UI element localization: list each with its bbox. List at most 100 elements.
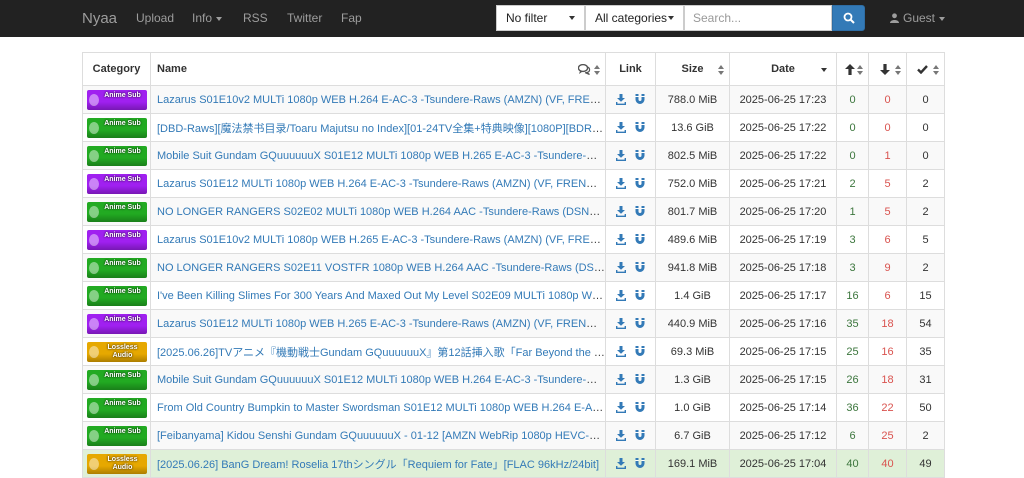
download-icon[interactable] — [615, 430, 626, 442]
category-badge[interactable]: Anime Sub — [86, 117, 147, 138]
seeders-cell: 16 — [836, 281, 869, 310]
category-badge[interactable]: Lossless Audio — [86, 453, 147, 474]
table-header-row: Category Name Link Size Date — [82, 52, 945, 86]
download-icon[interactable] — [615, 262, 626, 274]
download-icon[interactable] — [615, 178, 626, 190]
category-orb-icon — [88, 289, 99, 302]
completed-cell: 31 — [906, 365, 945, 394]
nav-fap[interactable]: Fap — [341, 0, 362, 37]
nav-info[interactable]: Info — [192, 0, 223, 37]
header-leechers[interactable] — [868, 52, 907, 86]
download-icon[interactable] — [615, 458, 626, 470]
torrent-name-link[interactable]: From Old Country Bumpkin to Master Sword… — [157, 402, 605, 414]
magnet-icon[interactable] — [635, 402, 645, 413]
download-icon[interactable] — [615, 94, 626, 106]
leechers-cell: 1 — [868, 141, 907, 170]
magnet-icon[interactable] — [635, 234, 645, 245]
download-icon[interactable] — [615, 206, 626, 218]
category-badge[interactable]: Anime Sub — [86, 313, 147, 334]
size-cell: 1.4 GiB — [655, 281, 730, 310]
torrent-name-link[interactable]: [2025.06.26] BanG Dream! Roselia 17thシング… — [157, 459, 599, 471]
category-badge[interactable]: Anime Sub — [86, 285, 147, 306]
filter-select-value: No filter — [506, 11, 548, 25]
category-badge[interactable]: Anime Sub — [86, 145, 147, 166]
header-category[interactable]: Category — [82, 52, 151, 86]
arrow-up-icon — [844, 63, 855, 75]
category-badge[interactable]: Anime Sub — [86, 425, 147, 446]
comments-icon — [578, 64, 591, 75]
magnet-icon[interactable] — [635, 262, 645, 273]
user-name: Guest — [903, 11, 936, 25]
magnet-icon[interactable] — [635, 94, 645, 105]
chevron-down-icon — [216, 16, 223, 21]
download-icon[interactable] — [615, 122, 626, 134]
search-button[interactable] — [832, 5, 865, 31]
category-cell: Anime Sub — [82, 281, 151, 310]
name-cell: [2025.06.26]TVアニメ『機動戦士Gundam GQuuuuuuX』第… — [150, 337, 606, 366]
magnet-icon[interactable] — [635, 346, 645, 357]
sort-icon — [718, 65, 724, 75]
header-seeders[interactable] — [836, 52, 869, 86]
header-completed[interactable] — [906, 52, 945, 86]
category-badge[interactable]: Anime Sub — [86, 201, 147, 222]
header-size[interactable]: Size — [655, 52, 730, 86]
magnet-icon[interactable] — [635, 374, 645, 385]
category-select[interactable]: All categories — [585, 5, 684, 31]
table-row: Anime Sub Lazarus S01E12 MULTi 1080p WEB… — [82, 169, 945, 198]
nav-upload[interactable]: Upload — [136, 0, 174, 37]
magnet-icon[interactable] — [635, 178, 645, 189]
header-name[interactable]: Name — [150, 52, 606, 86]
category-select-value: All categories — [595, 11, 668, 25]
category-orb-icon — [88, 345, 99, 358]
brand-logo[interactable]: Nyaa — [82, 0, 117, 37]
nav-rss[interactable]: RSS — [243, 0, 268, 37]
category-badge[interactable]: Lossless Audio — [86, 341, 147, 362]
category-badge[interactable]: Anime Sub — [86, 229, 147, 250]
download-icon[interactable] — [615, 290, 626, 302]
download-icon[interactable] — [615, 318, 626, 330]
category-badge[interactable]: Anime Sub — [86, 369, 147, 390]
filter-select[interactable]: No filter — [496, 5, 585, 31]
torrent-name-link[interactable]: [Feibanyama] Kidou Senshi Gundam GQuuuuu… — [157, 430, 605, 442]
category-badge[interactable]: Anime Sub — [86, 173, 147, 194]
sort-icon — [895, 65, 901, 75]
torrent-name-link[interactable]: Lazarus S01E12 MULTi 1080p WEB H.264 E-A… — [157, 178, 605, 190]
torrent-name-link[interactable]: Lazarus S01E10v2 MULTi 1080p WEB H.265 E… — [157, 234, 605, 246]
nav-twitter[interactable]: Twitter — [287, 0, 322, 37]
torrent-name-link[interactable]: NO LONGER RANGERS S02E11 VOSTFR 1080p WE… — [157, 262, 605, 274]
torrent-name-link[interactable]: Mobile Suit Gundam GQuuuuuuX S01E12 MULT… — [157, 374, 605, 386]
leechers-cell: 16 — [868, 337, 907, 366]
download-icon[interactable] — [615, 234, 626, 246]
magnet-icon[interactable] — [635, 290, 645, 301]
torrent-name-link[interactable]: NO LONGER RANGERS S02E02 MULTi 1080p WEB… — [157, 206, 605, 218]
download-icon[interactable] — [615, 374, 626, 386]
category-cell: Anime Sub — [82, 309, 151, 338]
torrent-name-link[interactable]: Lazarus S01E10v2 MULTi 1080p WEB H.264 E… — [157, 94, 605, 106]
magnet-icon[interactable] — [635, 122, 645, 133]
torrent-name-link[interactable]: [2025.06.26]TVアニメ『機動戦士Gundam GQuuuuuuX』第… — [157, 347, 605, 359]
category-orb-icon — [88, 205, 99, 218]
leechers-cell: 0 — [868, 113, 907, 142]
category-badge[interactable]: Anime Sub — [86, 89, 147, 110]
leechers-cell: 0 — [868, 85, 907, 114]
torrent-name-link[interactable]: [DBD-Raws][魔法禁书目录/Toaru Majutsu no Index… — [157, 123, 605, 135]
torrent-name-link[interactable]: I've Been Killing Slimes For 300 Years A… — [157, 290, 605, 302]
search-input[interactable] — [684, 5, 832, 31]
magnet-icon[interactable] — [635, 430, 645, 441]
completed-cell: 0 — [906, 141, 945, 170]
torrent-name-link[interactable]: Lazarus S01E12 MULTi 1080p WEB H.265 E-A… — [157, 318, 605, 330]
header-date[interactable]: Date — [729, 52, 837, 86]
download-icon[interactable] — [615, 150, 626, 162]
category-cell: Anime Sub — [82, 141, 151, 170]
category-badge[interactable]: Anime Sub — [86, 257, 147, 278]
download-icon[interactable] — [615, 346, 626, 358]
magnet-icon[interactable] — [635, 206, 645, 217]
download-icon[interactable] — [615, 402, 626, 414]
magnet-icon[interactable] — [635, 150, 645, 161]
magnet-icon[interactable] — [635, 458, 645, 469]
torrent-name-link[interactable]: Mobile Suit Gundam GQuuuuuuX S01E12 MULT… — [157, 150, 605, 162]
magnet-icon[interactable] — [635, 318, 645, 329]
category-badge[interactable]: Anime Sub — [86, 397, 147, 418]
user-menu[interactable]: Guest — [890, 0, 946, 37]
category-badge-label: Anime Sub — [104, 119, 141, 127]
